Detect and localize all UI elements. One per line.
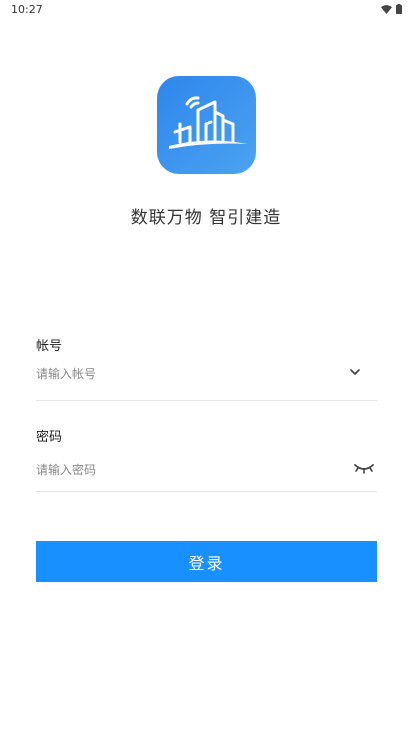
password-label: 密码 [36, 430, 63, 445]
app-slogan: 数联万物 智引建造 [130, 208, 282, 228]
account-label: 帐号 [36, 339, 63, 354]
wifi-icon [381, 4, 392, 14]
battery-icon [396, 4, 402, 14]
building-logo-icon [169, 96, 247, 149]
app-logo [157, 76, 256, 174]
login-button[interactable]: 登录 [36, 541, 377, 582]
account-input[interactable] [36, 362, 336, 386]
status-icons [381, 4, 402, 14]
status-time: 10:27 [11, 3, 43, 16]
chevron-down-icon[interactable] [347, 365, 363, 379]
password-input[interactable] [36, 458, 336, 482]
account-field-row [36, 362, 377, 401]
status-bar: 10:27 [0, 0, 412, 20]
password-field-row [36, 458, 377, 492]
eye-closed-icon[interactable] [353, 461, 375, 475]
